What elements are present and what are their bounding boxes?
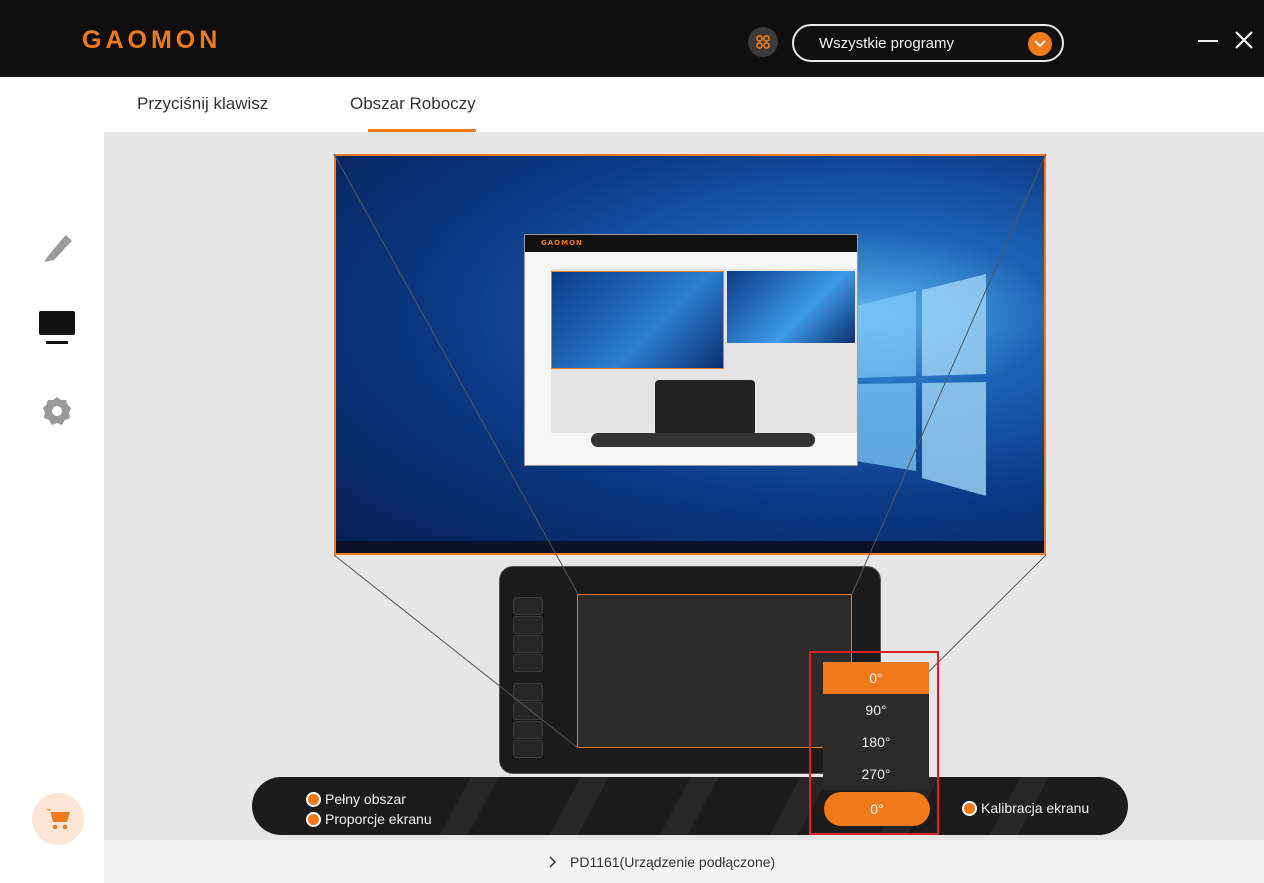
device-status-label: PD1161(Urządzenie podłączone) bbox=[570, 854, 776, 870]
calibration-label: Kalibracja ekranu bbox=[981, 800, 1090, 816]
full-area-option[interactable]: Pełny obszar bbox=[306, 791, 406, 807]
mini-app-preview: GAOMON bbox=[524, 234, 858, 466]
pen-icon[interactable] bbox=[40, 230, 74, 268]
app-grid-button[interactable] bbox=[748, 27, 778, 57]
minimize-button[interactable] bbox=[1198, 28, 1220, 52]
full-area-radio[interactable] bbox=[306, 791, 321, 807]
app-grid-icon bbox=[756, 35, 770, 49]
windows-logo bbox=[856, 274, 986, 496]
cart-icon bbox=[46, 809, 70, 830]
screen-ratio-option[interactable]: Proporcje ekranu bbox=[306, 811, 432, 827]
chevron-down-icon bbox=[1028, 32, 1052, 56]
shop-button[interactable] bbox=[32, 793, 84, 845]
tab-bar: Przyciśnij klawisz Obszar Roboczy bbox=[0, 77, 1264, 132]
device-footer[interactable]: PD1161(Urządzenie podłączone) bbox=[104, 840, 1264, 883]
title-bar: GAOMON Wszystkie programy bbox=[0, 0, 1264, 77]
calibration-radio[interactable] bbox=[962, 800, 977, 816]
program-select-value: Wszystkie programy bbox=[819, 35, 955, 52]
screen-ratio-radio[interactable] bbox=[306, 811, 321, 827]
monitor-icon[interactable] bbox=[38, 310, 76, 350]
tab-press-key[interactable]: Przyciśnij klawisz bbox=[137, 94, 268, 114]
gear-icon[interactable] bbox=[42, 396, 72, 430]
screen-ratio-label: Proporcje ekranu bbox=[325, 811, 432, 827]
gaomon-logo: GAOMON bbox=[82, 26, 222, 54]
close-button[interactable] bbox=[1234, 30, 1256, 52]
monitor-preview[interactable]: GAOMON bbox=[334, 154, 1046, 555]
close-icon bbox=[1235, 31, 1253, 49]
full-area-label: Pełny obszar bbox=[325, 791, 406, 807]
taskbar bbox=[336, 541, 1044, 553]
tablet-express-keys bbox=[513, 587, 550, 767]
calibration-option[interactable]: Kalibracja ekranu bbox=[962, 800, 1089, 816]
rotation-highlight-box bbox=[809, 651, 939, 835]
program-select[interactable]: Wszystkie programy bbox=[792, 24, 1064, 62]
sidebar bbox=[0, 132, 104, 883]
tab-work-area[interactable]: Obszar Roboczy bbox=[350, 94, 476, 114]
chevron-right-icon bbox=[548, 854, 558, 873]
